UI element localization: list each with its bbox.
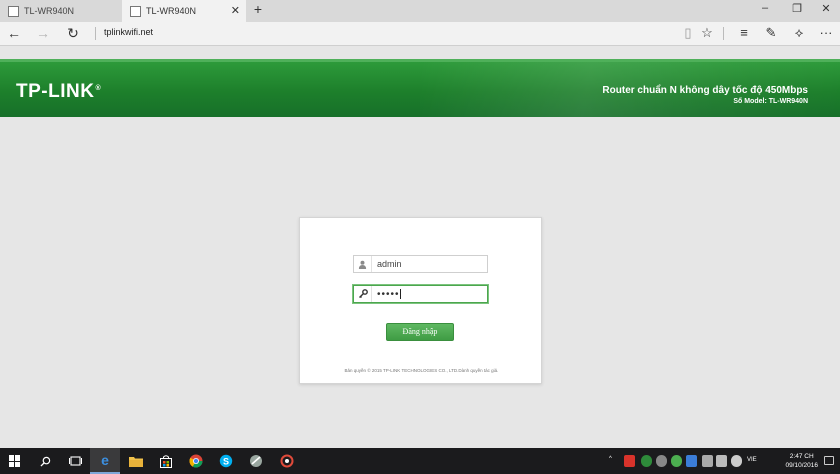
network-icon[interactable] [702, 455, 713, 467]
tray-app-grey-icon[interactable] [656, 455, 667, 467]
username-field[interactable] [353, 255, 488, 273]
refresh-icon[interactable]: ↻ [64, 25, 82, 42]
user-icon [354, 256, 372, 272]
search-icon[interactable] [30, 448, 60, 474]
volume-icon[interactable] [731, 455, 742, 467]
close-window-icon[interactable]: ✕ [816, 2, 836, 15]
language-indicator[interactable]: VIE [747, 457, 757, 463]
login-panel: ••••• Đăng nhập Bản quyền © 2015 TP-LINK… [299, 217, 542, 384]
toolbar-divider [723, 27, 724, 40]
task-view-icon[interactable] [60, 448, 90, 474]
reading-view-icon[interactable]: ▯ [679, 25, 697, 41]
tray-arrow-icon[interactable]: ^ [609, 456, 612, 462]
tab-title: TL-WR940N [146, 6, 197, 16]
clock-date: 09/10/2016 [785, 462, 818, 469]
tray-app-green-icon[interactable] [641, 455, 652, 467]
svg-text:e: e [101, 453, 109, 467]
tab-tl-wr940n-1[interactable]: TL-WR940N [0, 0, 122, 22]
edge-browser-icon[interactable]: e [90, 448, 120, 474]
tab-tl-wr940n-2[interactable]: TL-WR940N ✕ [122, 0, 246, 22]
plus-icon[interactable]: + [250, 1, 266, 17]
page-favicon-icon [8, 5, 19, 17]
address-divider [95, 27, 96, 40]
tray-app-v-icon[interactable] [624, 455, 635, 467]
skype-icon[interactable]: S [211, 448, 241, 474]
svg-text:S: S [223, 457, 229, 467]
system-clock[interactable]: 2:47 CH 09/10/2016 [785, 452, 818, 470]
tp-link-logo: TP-LINK® [16, 81, 102, 102]
tray-app-blue-icon[interactable] [686, 455, 697, 467]
favorite-star-icon[interactable]: ☆ [698, 25, 716, 41]
restore-icon[interactable]: ❐ [787, 2, 807, 15]
browser-nav-bar: ← → ↻ tplinkwifi.net ▯ ☆ ≡ ✎ ⟡ ··· [0, 22, 840, 46]
windows-logo-icon [9, 455, 21, 467]
address-bar[interactable]: tplinkwifi.net [104, 27, 153, 37]
tab-title: TL-WR940N [24, 6, 75, 16]
web-note-icon[interactable]: ✎ [762, 25, 780, 41]
share-icon[interactable]: ⟡ [790, 25, 808, 41]
key-icon [354, 286, 372, 302]
router-header: TP-LINK® Router chuẩn N không dây tốc độ… [0, 59, 840, 117]
password-input[interactable]: ••••• [372, 289, 400, 300]
clock-time: 2:47 CH [789, 453, 814, 460]
forward-arrow-icon[interactable]: → [34, 25, 52, 41]
start-button[interactable] [0, 448, 30, 474]
close-tab-icon[interactable]: ✕ [231, 4, 240, 17]
tray-app-green2-icon[interactable] [671, 455, 682, 467]
page-favicon-icon [130, 5, 141, 17]
username-input[interactable] [372, 257, 482, 271]
browser-tab-strip: TL-WR940N TL-WR940N ✕ + – ❐ ✕ [0, 0, 840, 22]
minimize-icon[interactable]: – [755, 2, 775, 14]
copyright-text: Bản quyền © 2015 TP-LINK TECHNOLOGIES CO… [344, 368, 499, 373]
unikey-icon[interactable] [241, 448, 271, 474]
model-number: Số Model: TL-WR940N [733, 98, 808, 105]
file-explorer-icon[interactable] [121, 448, 151, 474]
chrome-icon[interactable] [181, 448, 211, 474]
password-field[interactable]: ••••• [353, 285, 488, 303]
notification-center-icon[interactable] [824, 456, 834, 465]
app-red-icon[interactable] [272, 448, 302, 474]
store-icon[interactable] [151, 448, 181, 474]
back-arrow-icon[interactable]: ← [5, 25, 23, 41]
product-title: Router chuẩn N không dây tốc độ 450Mbps [602, 85, 808, 96]
login-button[interactable]: Đăng nhập [386, 323, 454, 341]
text-caret [399, 289, 401, 299]
windows-taskbar: e S ^ VIE 2:47 CH 09/10/2016 [0, 448, 840, 474]
battery-icon[interactable] [716, 455, 727, 467]
hub-menu-icon[interactable]: ≡ [735, 25, 753, 40]
more-options-icon[interactable]: ··· [817, 25, 835, 40]
